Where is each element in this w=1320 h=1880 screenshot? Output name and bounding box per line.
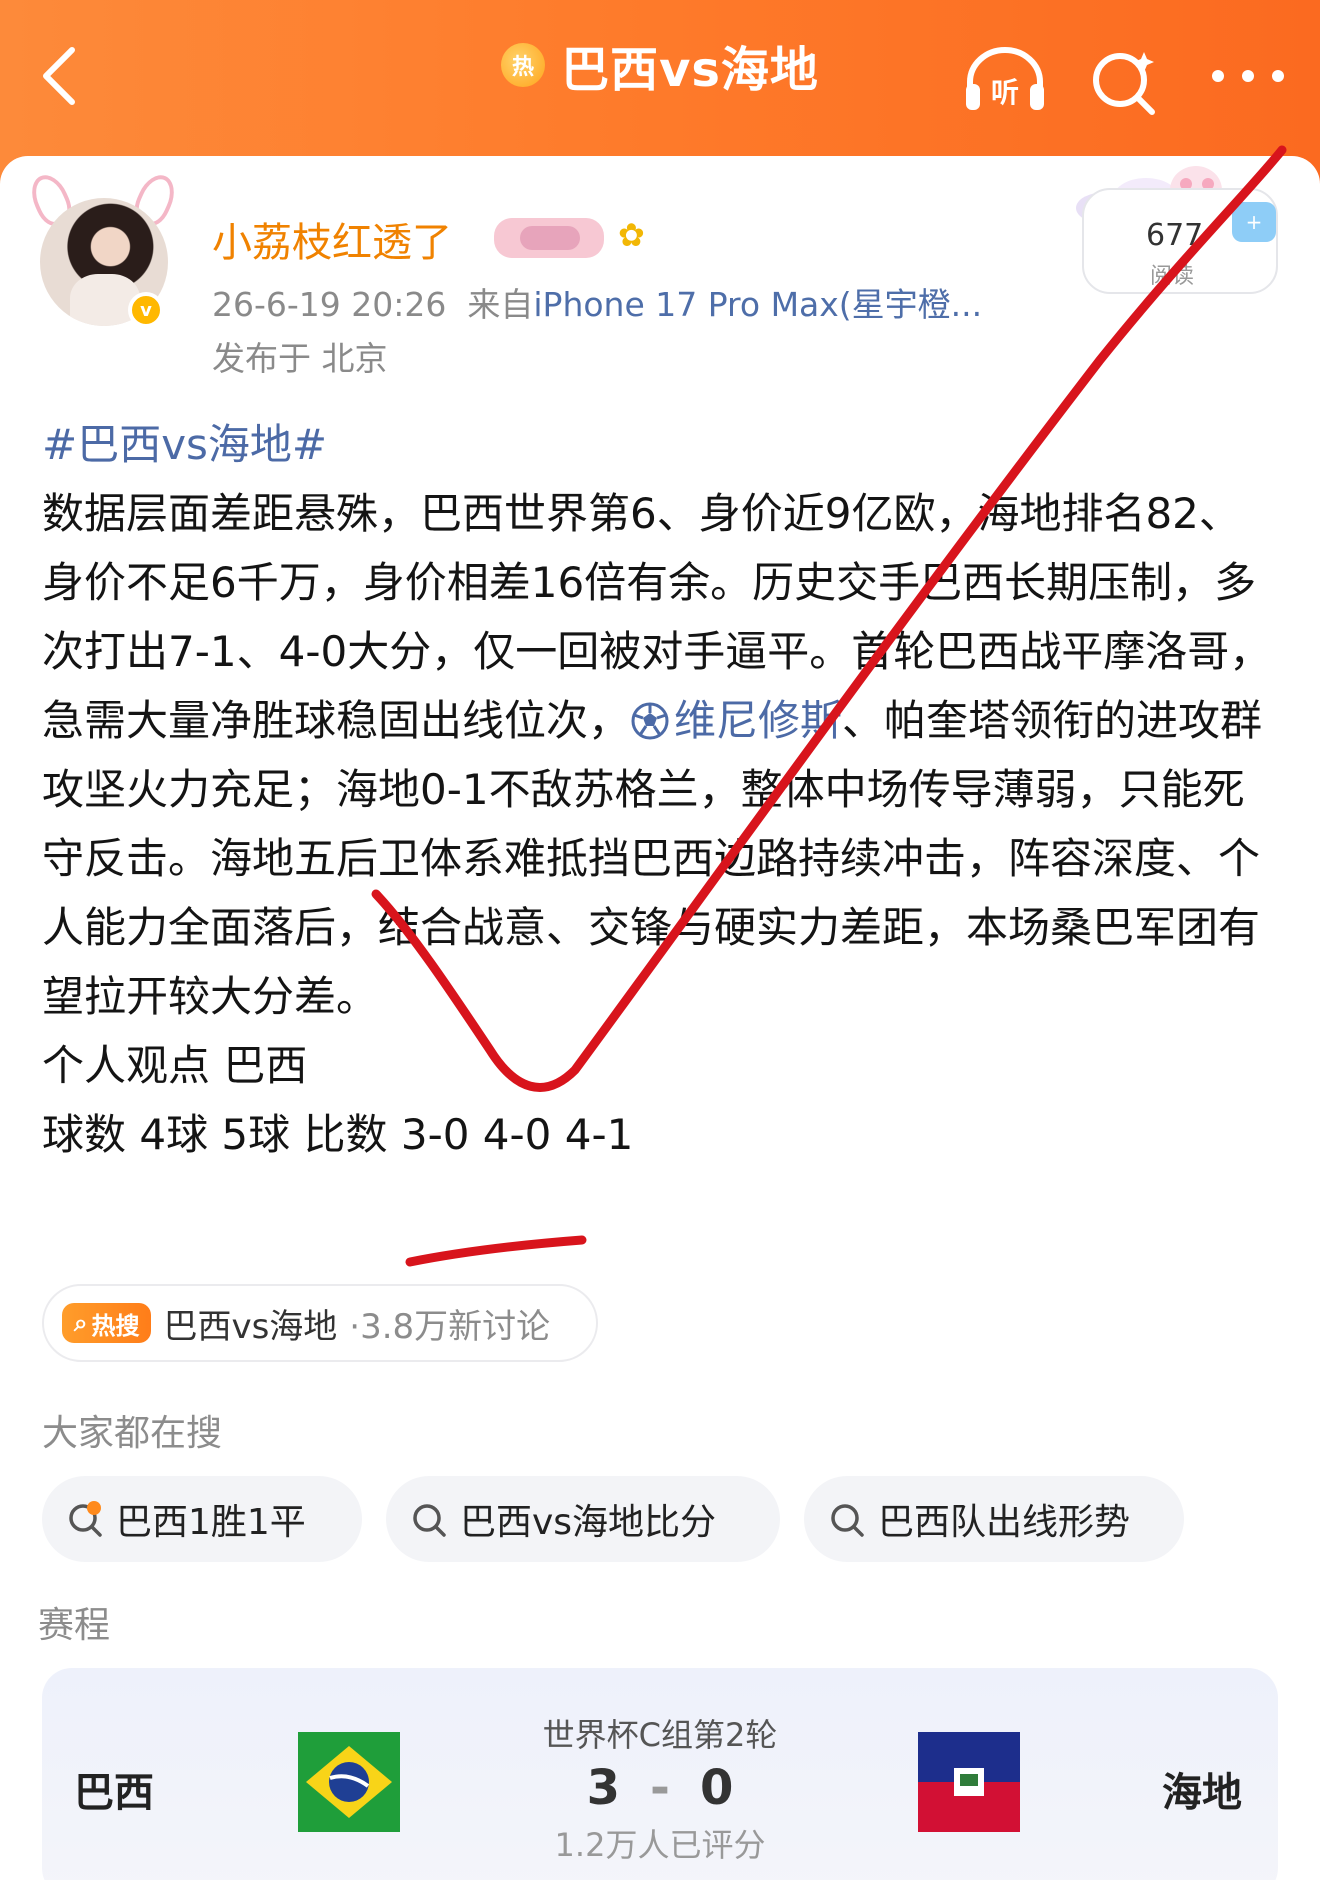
sunflower-icon: ✿ [618, 216, 645, 254]
verified-badge-icon: v [128, 292, 164, 328]
match-round: 世界杯C组第2轮 [542, 1716, 778, 1754]
suggest-item[interactable]: 巴西队出线形势 [804, 1476, 1184, 1562]
device-source-link[interactable]: iPhone 17 Pro Max(星宇橙... [533, 285, 982, 324]
svg-text:听: 听 [991, 76, 1019, 109]
suggest-item[interactable]: 巴西1胜1平 [42, 1476, 362, 1562]
mention-link[interactable]: 维尼修斯 [630, 696, 842, 745]
post-text: #巴西vs海地# 数据层面差距悬殊，巴西世界第6、身价近9亿欧，海地排名82、身… [42, 410, 1282, 1169]
hot-search-count: ·3.8万新讨论 [349, 1306, 551, 1347]
haiti-flag-icon [918, 1732, 1020, 1832]
follow-button[interactable]: + [1232, 202, 1276, 242]
headphones-listen-icon[interactable]: 听 [962, 44, 1048, 114]
suggest-heading: 大家都在搜 [42, 1413, 223, 1454]
match-score: 3-0 [586, 1760, 734, 1816]
schedule-heading: 赛程 [38, 1605, 111, 1646]
page-title: 巴西vs海地 [561, 42, 819, 98]
post-location: 发布于 北京 [212, 339, 388, 378]
goals-line: 球数 4球 5球 比数 3-0 4-0 4-1 [42, 1110, 634, 1159]
soccer-ball-icon [631, 702, 669, 740]
search-icon: ⌕ [74, 1309, 88, 1337]
search-icon [831, 1504, 864, 1537]
topic-hashtag-link[interactable]: #巴西vs海地# [42, 420, 327, 469]
suggest-item[interactable]: 巴西vs海地比分 [386, 1476, 780, 1562]
hot-icon: 热 [501, 43, 546, 87]
hot-search-icon [69, 1501, 102, 1537]
member-badge-icon [494, 218, 604, 258]
read-label: 阅读 [1150, 264, 1195, 289]
search-icon [413, 1504, 446, 1537]
search-icon[interactable] [1088, 46, 1160, 118]
post-meta: 26-6-19 20:26 来自iPhone 17 Pro Max(星宇橙... [212, 285, 983, 324]
read-count: 677 [1146, 218, 1204, 253]
hot-search-chip[interactable]: ⌕ 热搜 巴西vs海地 ·3.8万新讨论 [42, 1284, 598, 1362]
hot-search-name: 巴西vs海地 [163, 1306, 338, 1347]
away-team-name: 海地 [1162, 1770, 1242, 1816]
more-options-icon[interactable] [1208, 66, 1288, 86]
hot-search-tag: ⌕ 热搜 [62, 1303, 152, 1343]
match-rated: 1.2万人已评分 [554, 1826, 766, 1864]
opinion-line: 个人观点 巴西 [42, 1041, 308, 1090]
author-username[interactable]: 小荔枝红透了 [212, 210, 452, 268]
